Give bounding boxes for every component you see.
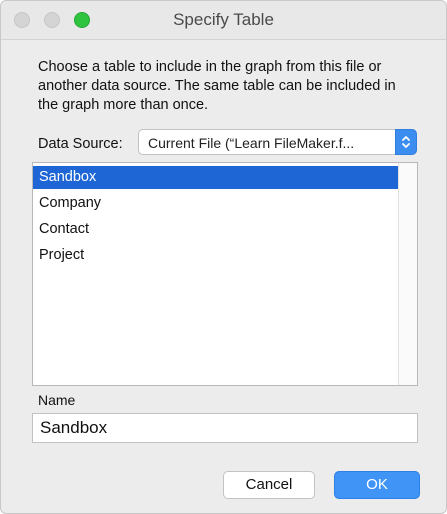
- popup-arrows-icon: [395, 129, 417, 155]
- window-title: Specify Table: [173, 10, 274, 29]
- cancel-button[interactable]: Cancel: [223, 471, 315, 499]
- data-source-value: Current File (“Learn FileMaker.f...: [148, 135, 355, 151]
- table-list-item[interactable]: Project: [33, 244, 399, 267]
- name-label: Name: [38, 392, 76, 408]
- specify-table-dialog: Specify Table Choose a table to include …: [0, 0, 447, 514]
- instructions-text: Choose a table to include in the graph f…: [38, 59, 396, 113]
- data-source-select[interactable]: Current File (“Learn FileMaker.f...: [138, 129, 417, 155]
- table-list-item[interactable]: Company: [33, 192, 399, 215]
- table-list[interactable]: Sandbox Company Contact Project: [32, 162, 418, 386]
- table-list-item[interactable]: Sandbox: [33, 166, 399, 189]
- ok-button[interactable]: OK: [334, 471, 420, 499]
- title-bar: Specify Table: [1, 1, 446, 40]
- data-source-label: Data Source:: [38, 136, 123, 152]
- list-scrollbar[interactable]: [398, 163, 417, 385]
- table-list-item[interactable]: Contact: [33, 218, 399, 241]
- name-input[interactable]: [32, 413, 418, 443]
